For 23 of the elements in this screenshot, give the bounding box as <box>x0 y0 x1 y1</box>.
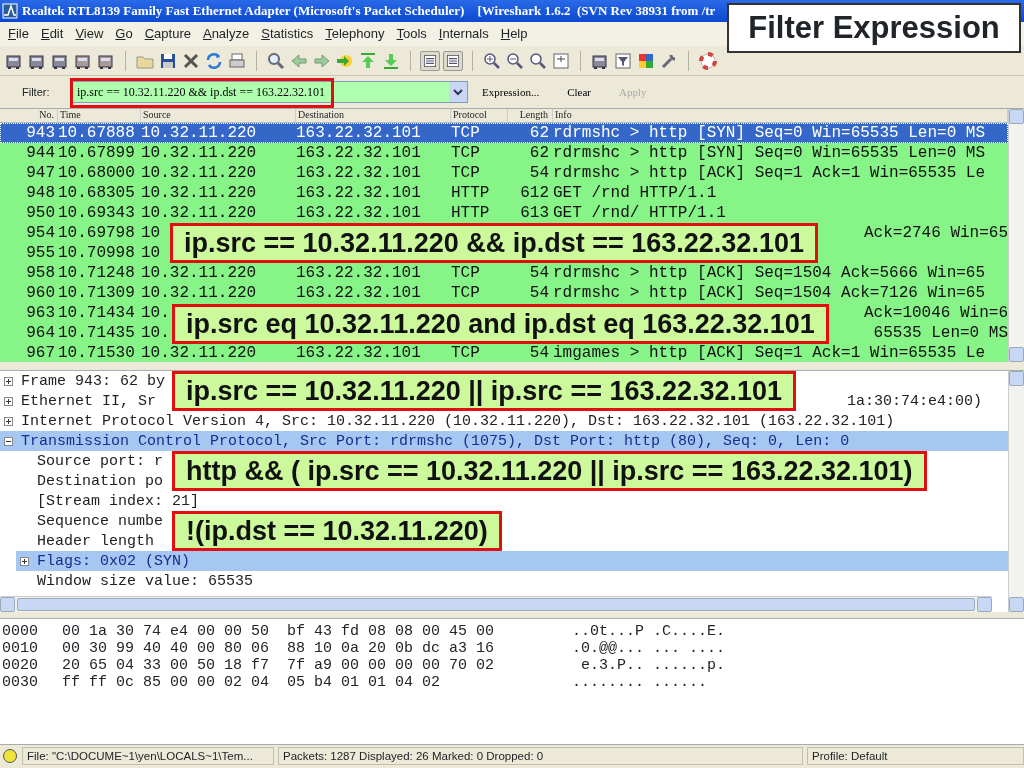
status-text: Packets: 1287 Displayed: 26 Marked: 0 Dropped: 0 <box>278 746 803 765</box>
hex-offset: 0030 <box>1 674 39 691</box>
slide-title: Filter Expression <box>727 3 1021 53</box>
hex-offset: 0000 <box>1 623 39 640</box>
window-title: Realtek RTL8139 Family Fast Ethernet Adapter (Microsoft's Packet Scheduler) [Wireshark 1.6.2 (SVN Rev 38931 from /tr <box>22 3 716 19</box>
hex-offset: 0020 <box>1 657 39 674</box>
annotation-tooltip: ip.src == 10.32.11.220 || ip.src == 163.22.32.101 <box>172 371 797 411</box>
ascii-text: ........ ...... <box>572 674 708 691</box>
hex-offset: 0010 <box>1 640 39 657</box>
annotation-tooltip: !(ip.dst == 10.32.11.220) <box>172 511 502 551</box>
annotation-tooltip: http && ( ip.src == 10.32.11.220 || ip.src == 163.22.32.101) <box>172 451 927 491</box>
status-text: File: "C:\DOCUME~1\yen\LOCALS~1\Tem... <box>22 746 274 765</box>
status-text: Profile: Default <box>807 746 1024 765</box>
hex-bytes: ff ff 0c 85 00 00 02 04 05 b4 01 01 04 02 <box>62 674 442 691</box>
ascii-text: .0.@@... ... .... <box>572 640 726 657</box>
hex-bytes: 00 30 99 40 40 00 80 06 88 10 0a 20 0b dc a3 16 <box>62 640 496 657</box>
hex-bytes: 20 65 04 33 00 50 18 f7 7f a9 00 00 00 00 70 02 <box>62 657 496 674</box>
hex-bytes: 00 1a 30 74 e4 00 00 50 bf 43 fd 08 08 00 45 00 <box>62 623 496 640</box>
annotation-tooltip: ip.src == 10.32.11.220 && ip.dst == 163.22.32.101 <box>170 223 818 263</box>
ascii-text: ..0t...P .C....E. <box>572 623 726 640</box>
ascii-text: e.3.P.. ......p. <box>580 657 726 674</box>
filter-label: Filter: <box>21 84 51 100</box>
annotation-tooltip: ip.src eq 10.32.11.220 and ip.dst eq 163.22.32.101 <box>172 304 829 344</box>
